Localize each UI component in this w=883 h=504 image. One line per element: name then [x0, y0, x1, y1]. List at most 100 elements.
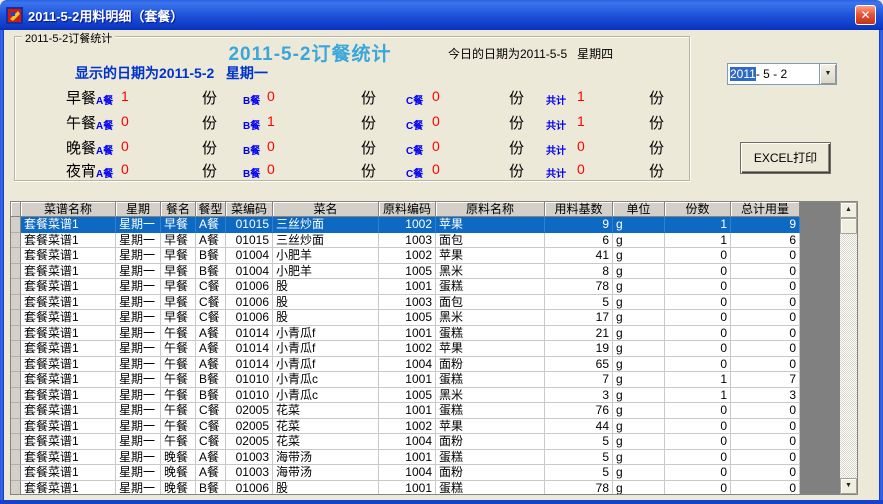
table-cell: 星期一 [116, 450, 161, 466]
table-cell: g [613, 326, 665, 342]
close-icon: ✕ [860, 8, 870, 22]
column-header[interactable]: 单位 [613, 202, 665, 217]
table-cell: 股 [273, 310, 379, 326]
table-cell: C餐 [196, 279, 226, 295]
meal-c-value: 0 [432, 88, 440, 104]
table-row[interactable]: 套餐菜谱1星期一早餐C餐01006股1003面包5g00 [11, 295, 800, 311]
table-row[interactable]: 套餐菜谱1星期一午餐A餐01014小青瓜f1001蛋糕21g00 [11, 326, 800, 342]
table-cell: 0 [665, 403, 731, 419]
table-row[interactable]: 套餐菜谱1星期一午餐B餐01010小青瓜c1001蛋糕7g17 [11, 372, 800, 388]
table-row[interactable]: 套餐菜谱1星期一午餐B餐01010小青瓜c1005黑米3g13 [11, 388, 800, 404]
table-cell: 星期一 [116, 233, 161, 249]
table-cell: 苹果 [436, 248, 545, 264]
table-cell: 0 [665, 295, 731, 311]
table-cell: 星期一 [116, 372, 161, 388]
table-row[interactable]: 套餐菜谱1星期一午餐C餐02005花菜1001蛋糕76g00 [11, 403, 800, 419]
combo-dropdown-button[interactable]: ▼ [819, 64, 836, 84]
column-header[interactable]: 菜谱名称 [21, 202, 116, 217]
vertical-scrollbar[interactable]: ▲ ▼ [840, 202, 857, 494]
table-cell: g [613, 481, 665, 495]
table-row[interactable]: 套餐菜谱1星期一早餐C餐01006股1001蛋糕78g00 [11, 279, 800, 295]
column-header[interactable]: 菜名 [273, 202, 379, 217]
column-header[interactable]: 原料名称 [436, 202, 545, 217]
excel-print-button[interactable]: EXCEL打印 [740, 142, 831, 174]
table-cell: 面粉 [436, 465, 545, 481]
table-row[interactable]: 套餐菜谱1星期一午餐C餐02005花菜1002苹果44g00 [11, 419, 800, 435]
column-header[interactable]: 原料编码 [379, 202, 436, 217]
table-cell: 午餐 [161, 357, 196, 373]
meal-a-label: A餐 [96, 117, 113, 132]
table-cell: 78 [545, 481, 613, 495]
meal-name: 午餐 [66, 112, 96, 133]
table-cell: 花菜 [273, 419, 379, 435]
table-cell: C餐 [196, 295, 226, 311]
table-row[interactable]: 套餐菜谱1星期一早餐B餐01004小肥羊1005黑米8g00 [11, 264, 800, 280]
table-row[interactable]: 套餐菜谱1星期一午餐C餐02005花菜1004面粉5g00 [11, 434, 800, 450]
unit-label: 份 [649, 112, 664, 133]
meal-name: 夜宵 [66, 160, 96, 181]
table-cell: 5 [545, 434, 613, 450]
table-cell: 01006 [226, 279, 273, 295]
table-cell: 5 [545, 465, 613, 481]
table-cell: 海带汤 [273, 465, 379, 481]
table-row[interactable]: 套餐菜谱1星期一早餐A餐01015三丝炒面1003面包6g16 [11, 233, 800, 249]
column-header[interactable]: 用料基数 [545, 202, 613, 217]
table-cell: 星期一 [116, 248, 161, 264]
table-row[interactable]: 套餐菜谱1星期一晚餐A餐01003海带汤1004面粉5g00 [11, 465, 800, 481]
unit-label: 份 [361, 112, 376, 133]
column-header[interactable]: 份数 [665, 202, 731, 217]
table-row[interactable]: 套餐菜谱1星期一午餐A餐01014小青瓜f1002苹果19g00 [11, 341, 800, 357]
date-combobox[interactable]: 2011- 5 - 2 ▼ [727, 63, 837, 85]
row-indicator [11, 465, 21, 481]
table-cell: 午餐 [161, 326, 196, 342]
table-cell: 0 [665, 357, 731, 373]
scroll-track[interactable] [840, 234, 857, 478]
table-cell: 1 [665, 388, 731, 404]
column-header[interactable]: 星期 [116, 202, 161, 217]
close-button[interactable]: ✕ [855, 5, 876, 25]
table-cell: 星期一 [116, 419, 161, 435]
title-bar[interactable]: 2011-5-2用料明细（套餐） ✕ [0, 0, 883, 30]
table-row[interactable]: 套餐菜谱1星期一午餐A餐01014小青瓜f1004面粉65g00 [11, 357, 800, 373]
column-header[interactable]: 餐型 [196, 202, 226, 217]
meal-name: 晚餐 [66, 137, 96, 158]
table-row[interactable]: 套餐菜谱1星期一晚餐A餐01003海带汤1001蛋糕5g00 [11, 450, 800, 466]
table-cell: 1003 [379, 295, 436, 311]
table-cell: 02005 [226, 419, 273, 435]
stats-row: 早餐A餐1份B餐0份C餐0份共计1份 [0, 87, 700, 109]
table-row[interactable]: 套餐菜谱1星期一早餐C餐01006股1005黑米17g00 [11, 310, 800, 326]
table-cell: B餐 [196, 248, 226, 264]
table-cell: 面包 [436, 295, 545, 311]
table-row[interactable]: 套餐菜谱1星期一早餐A餐01015三丝炒面1002苹果9g19 [11, 217, 800, 233]
table-row[interactable]: 套餐菜谱1星期一晚餐B餐01006股1001蛋糕78g00 [11, 481, 800, 495]
table-cell: 小青瓜c [273, 388, 379, 404]
column-header[interactable]: 菜编码 [226, 202, 273, 217]
scroll-down-button[interactable]: ▼ [840, 478, 857, 494]
table-cell: A餐 [196, 357, 226, 373]
table-cell: 01010 [226, 388, 273, 404]
meal-c-value: 0 [432, 138, 440, 154]
table-cell: 01015 [226, 217, 273, 233]
column-header[interactable]: 总计用量 [731, 202, 800, 217]
unit-label: 份 [361, 160, 376, 181]
table-cell: 蛋糕 [436, 279, 545, 295]
table-cell: 三丝炒面 [273, 233, 379, 249]
table-row[interactable]: 套餐菜谱1星期一早餐B餐01004小肥羊1002苹果41g00 [11, 248, 800, 264]
scroll-thumb[interactable] [840, 218, 857, 234]
meal-total-label: 共计 [546, 165, 566, 180]
table-cell: 午餐 [161, 434, 196, 450]
table-cell: 午餐 [161, 403, 196, 419]
meal-total-label: 共计 [546, 117, 566, 132]
table-cell: 0 [731, 295, 800, 311]
table-cell: 套餐菜谱1 [21, 357, 116, 373]
table-cell: C餐 [196, 419, 226, 435]
table-cell: 01006 [226, 481, 273, 495]
column-header[interactable]: 餐名 [161, 202, 196, 217]
table-cell: 0 [731, 403, 800, 419]
scroll-up-button[interactable]: ▲ [840, 202, 857, 218]
table-cell: 股 [273, 295, 379, 311]
table-cell: 套餐菜谱1 [21, 403, 116, 419]
table-cell: 套餐菜谱1 [21, 326, 116, 342]
table-cell: g [613, 372, 665, 388]
meal-a-value: 0 [121, 113, 129, 129]
